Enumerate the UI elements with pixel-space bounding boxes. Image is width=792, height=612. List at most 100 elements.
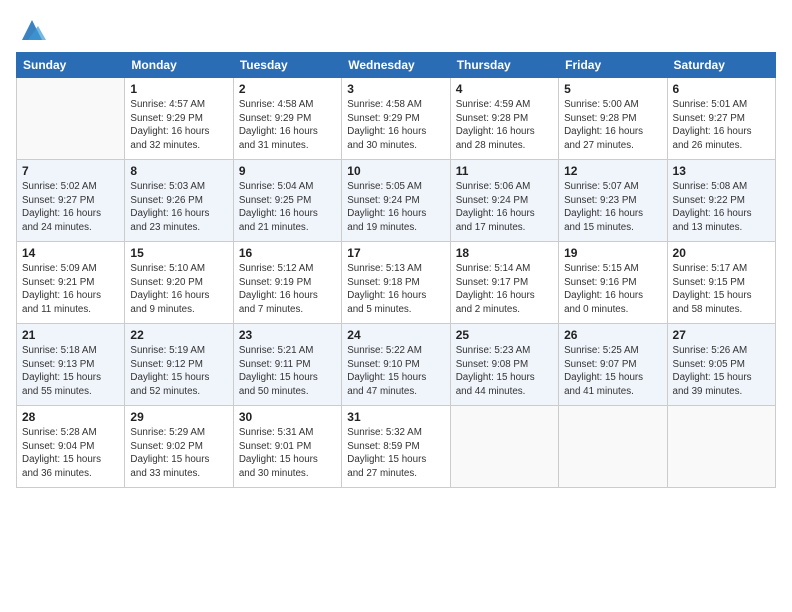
day-cell: 5 Sunrise: 5:00 AMSunset: 9:28 PMDaylight…	[559, 78, 667, 160]
day-number: 4	[456, 82, 553, 96]
day-cell: 12Sunrise: 5:07 AMSunset: 9:23 PMDayligh…	[559, 160, 667, 242]
day-number: 27	[673, 328, 770, 342]
calendar-table: SundayMondayTuesdayWednesdayThursdayFrid…	[16, 52, 776, 488]
day-cell: 23 Sunrise: 5:21 AMSunset: 9:11 PMDayligh…	[233, 324, 341, 406]
day-cell: 3 Sunrise: 4:58 AMSunset: 9:29 PMDaylight…	[342, 78, 450, 160]
day-info: Sunrise: 5:01 AMSunset: 9:27 PMDaylight:…	[673, 98, 770, 153]
logo-blue-row	[16, 20, 46, 44]
day-cell: 19Sunrise: 5:15 AMSunset: 9:16 PMDayligh…	[559, 242, 667, 324]
day-cell: 25Sunrise: 5:23 AMSunset: 9:08 PMDayligh…	[450, 324, 558, 406]
day-info: Sunrise: 4:58 AMSunset: 9:29 PMDaylight:…	[347, 98, 444, 153]
day-info: Sunrise: 4:58 AMSunset: 9:29 PMDaylight:…	[239, 98, 336, 153]
day-info: Sunrise: 5:05 AMSunset: 9:24 PMDaylight:…	[347, 180, 444, 235]
weekday-header-tuesday: Tuesday	[233, 53, 341, 78]
day-number: 24	[347, 328, 444, 342]
day-cell: 7Sunrise: 5:02 AMSunset: 9:27 PMDaylight…	[17, 160, 125, 242]
weekday-header-row: SundayMondayTuesdayWednesdayThursdayFrid…	[17, 53, 776, 78]
day-number: 1	[130, 82, 227, 96]
day-info: Sunrise: 5:03 AMSunset: 9:26 PMDaylight:…	[130, 180, 227, 235]
day-number: 30	[239, 410, 336, 424]
day-cell: 16 Sunrise: 5:12 AMSunset: 9:19 PMDayligh…	[233, 242, 341, 324]
day-number: 29	[130, 410, 227, 424]
weekday-header-monday: Monday	[125, 53, 233, 78]
week-row-2: 7Sunrise: 5:02 AMSunset: 9:27 PMDaylight…	[17, 160, 776, 242]
day-info: Sunrise: 5:18 AMSunset: 9:13 PMDaylight:…	[22, 344, 119, 399]
day-number: 21	[22, 328, 119, 342]
day-number: 20	[673, 246, 770, 260]
day-cell: 29 Sunrise: 5:29 AMSunset: 9:02 PMDayligh…	[125, 406, 233, 488]
day-cell: 6 Sunrise: 5:01 AMSunset: 9:27 PMDaylight…	[667, 78, 775, 160]
day-info: Sunrise: 5:06 AMSunset: 9:24 PMDaylight:…	[456, 180, 553, 235]
weekday-header-wednesday: Wednesday	[342, 53, 450, 78]
header	[16, 16, 776, 44]
day-cell: 1Sunrise: 4:57 AMSunset: 9:29 PMDaylight…	[125, 78, 233, 160]
weekday-header-thursday: Thursday	[450, 53, 558, 78]
day-cell	[559, 406, 667, 488]
logo	[16, 20, 46, 44]
day-number: 22	[130, 328, 227, 342]
day-info: Sunrise: 4:59 AMSunset: 9:28 PMDaylight:…	[456, 98, 553, 153]
day-info: Sunrise: 5:12 AMSunset: 9:19 PMDaylight:…	[239, 262, 336, 317]
day-number: 23	[239, 328, 336, 342]
day-info: Sunrise: 5:00 AMSunset: 9:28 PMDaylight:…	[564, 98, 661, 153]
day-number: 15	[130, 246, 227, 260]
day-cell: 24Sunrise: 5:22 AMSunset: 9:10 PMDayligh…	[342, 324, 450, 406]
day-cell: 17 Sunrise: 5:13 AMSunset: 9:18 PMDayligh…	[342, 242, 450, 324]
day-cell: 30Sunrise: 5:31 AMSunset: 9:01 PMDayligh…	[233, 406, 341, 488]
day-number: 13	[673, 164, 770, 178]
day-cell: 28 Sunrise: 5:28 AMSunset: 9:04 PMDayligh…	[17, 406, 125, 488]
day-number: 31	[347, 410, 444, 424]
day-info: Sunrise: 5:28 AMSunset: 9:04 PMDaylight:…	[22, 426, 119, 481]
day-info: Sunrise: 5:13 AMSunset: 9:18 PMDaylight:…	[347, 262, 444, 317]
day-info: Sunrise: 5:14 AMSunset: 9:17 PMDaylight:…	[456, 262, 553, 317]
day-cell: 20Sunrise: 5:17 AMSunset: 9:15 PMDayligh…	[667, 242, 775, 324]
day-info: Sunrise: 5:08 AMSunset: 9:22 PMDaylight:…	[673, 180, 770, 235]
day-cell	[667, 406, 775, 488]
day-cell: 14 Sunrise: 5:09 AMSunset: 9:21 PMDayligh…	[17, 242, 125, 324]
day-number: 18	[456, 246, 553, 260]
day-info: Sunrise: 5:19 AMSunset: 9:12 PMDaylight:…	[130, 344, 227, 399]
day-info: Sunrise: 5:32 AMSunset: 8:59 PMDaylight:…	[347, 426, 444, 481]
day-number: 26	[564, 328, 661, 342]
week-row-4: 21 Sunrise: 5:18 AMSunset: 9:13 PMDayligh…	[17, 324, 776, 406]
day-cell: 9 Sunrise: 5:04 AMSunset: 9:25 PMDaylight…	[233, 160, 341, 242]
weekday-header-sunday: Sunday	[17, 53, 125, 78]
day-number: 16	[239, 246, 336, 260]
calendar-page: SundayMondayTuesdayWednesdayThursdayFrid…	[0, 0, 792, 612]
day-cell: 15Sunrise: 5:10 AMSunset: 9:20 PMDayligh…	[125, 242, 233, 324]
day-number: 11	[456, 164, 553, 178]
day-cell: 31 Sunrise: 5:32 AMSunset: 8:59 PMDayligh…	[342, 406, 450, 488]
day-info: Sunrise: 5:25 AMSunset: 9:07 PMDaylight:…	[564, 344, 661, 399]
day-cell: 4 Sunrise: 4:59 AMSunset: 9:28 PMDaylight…	[450, 78, 558, 160]
logo-text	[16, 20, 46, 44]
day-number: 6	[673, 82, 770, 96]
day-cell: 21 Sunrise: 5:18 AMSunset: 9:13 PMDayligh…	[17, 324, 125, 406]
day-number: 3	[347, 82, 444, 96]
day-cell: 27 Sunrise: 5:26 AMSunset: 9:05 PMDayligh…	[667, 324, 775, 406]
day-number: 12	[564, 164, 661, 178]
day-number: 8	[130, 164, 227, 178]
day-cell: 26 Sunrise: 5:25 AMSunset: 9:07 PMDayligh…	[559, 324, 667, 406]
day-info: Sunrise: 5:09 AMSunset: 9:21 PMDaylight:…	[22, 262, 119, 317]
week-row-5: 28 Sunrise: 5:28 AMSunset: 9:04 PMDayligh…	[17, 406, 776, 488]
day-cell: 18 Sunrise: 5:14 AMSunset: 9:17 PMDayligh…	[450, 242, 558, 324]
day-number: 17	[347, 246, 444, 260]
day-number: 10	[347, 164, 444, 178]
week-row-1: 1Sunrise: 4:57 AMSunset: 9:29 PMDaylight…	[17, 78, 776, 160]
day-info: Sunrise: 5:26 AMSunset: 9:05 PMDaylight:…	[673, 344, 770, 399]
day-info: Sunrise: 5:04 AMSunset: 9:25 PMDaylight:…	[239, 180, 336, 235]
day-number: 28	[22, 410, 119, 424]
week-row-3: 14 Sunrise: 5:09 AMSunset: 9:21 PMDayligh…	[17, 242, 776, 324]
day-cell: 2Sunrise: 4:58 AMSunset: 9:29 PMDaylight…	[233, 78, 341, 160]
day-number: 14	[22, 246, 119, 260]
day-cell: 8 Sunrise: 5:03 AMSunset: 9:26 PMDaylight…	[125, 160, 233, 242]
day-cell: 11 Sunrise: 5:06 AMSunset: 9:24 PMDayligh…	[450, 160, 558, 242]
day-number: 5	[564, 82, 661, 96]
day-cell: 10 Sunrise: 5:05 AMSunset: 9:24 PMDayligh…	[342, 160, 450, 242]
weekday-header-friday: Friday	[559, 53, 667, 78]
day-number: 25	[456, 328, 553, 342]
day-info: Sunrise: 5:21 AMSunset: 9:11 PMDaylight:…	[239, 344, 336, 399]
day-number: 9	[239, 164, 336, 178]
day-info: Sunrise: 5:02 AMSunset: 9:27 PMDaylight:…	[22, 180, 119, 235]
day-info: Sunrise: 5:29 AMSunset: 9:02 PMDaylight:…	[130, 426, 227, 481]
